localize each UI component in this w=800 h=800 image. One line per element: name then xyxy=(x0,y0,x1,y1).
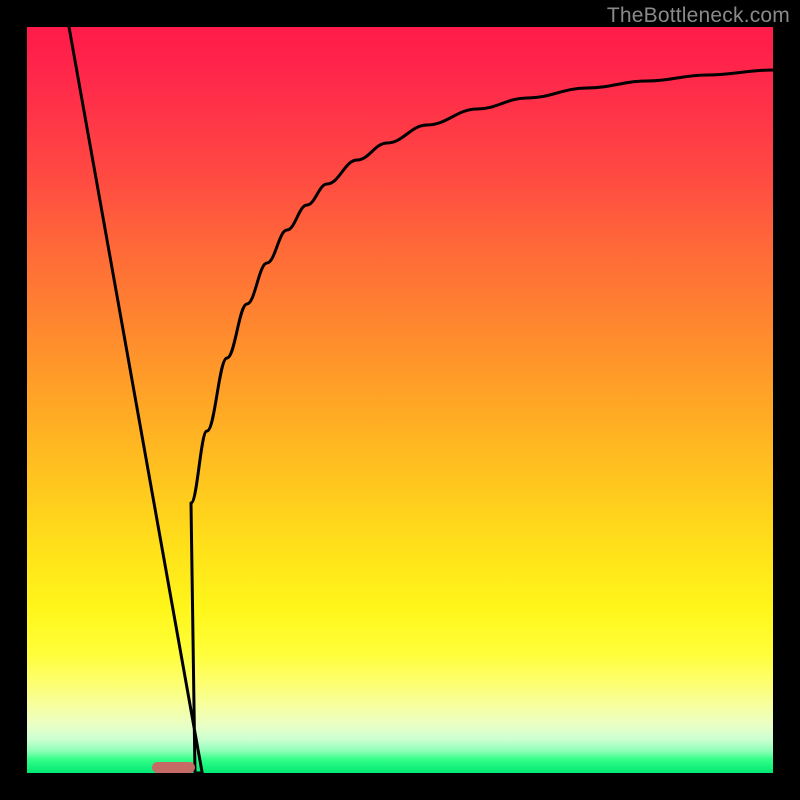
chart-stage: TheBottleneck.com xyxy=(0,0,800,800)
curve-path xyxy=(69,27,773,773)
bottom-marker xyxy=(152,762,195,773)
plot-area xyxy=(27,27,773,773)
bottleneck-curve xyxy=(27,27,773,773)
watermark-text: TheBottleneck.com xyxy=(607,4,790,28)
